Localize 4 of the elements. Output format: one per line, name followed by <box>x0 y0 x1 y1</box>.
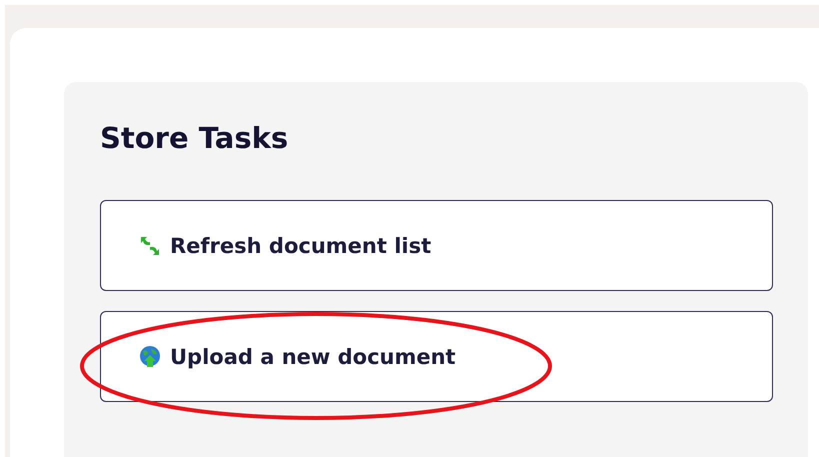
refresh-button[interactable]: Refresh document list <box>100 200 773 291</box>
upload-button[interactable]: Upload a new document <box>100 311 773 402</box>
globe-icon <box>138 344 162 368</box>
panel-title: Store Tasks <box>100 120 290 156</box>
